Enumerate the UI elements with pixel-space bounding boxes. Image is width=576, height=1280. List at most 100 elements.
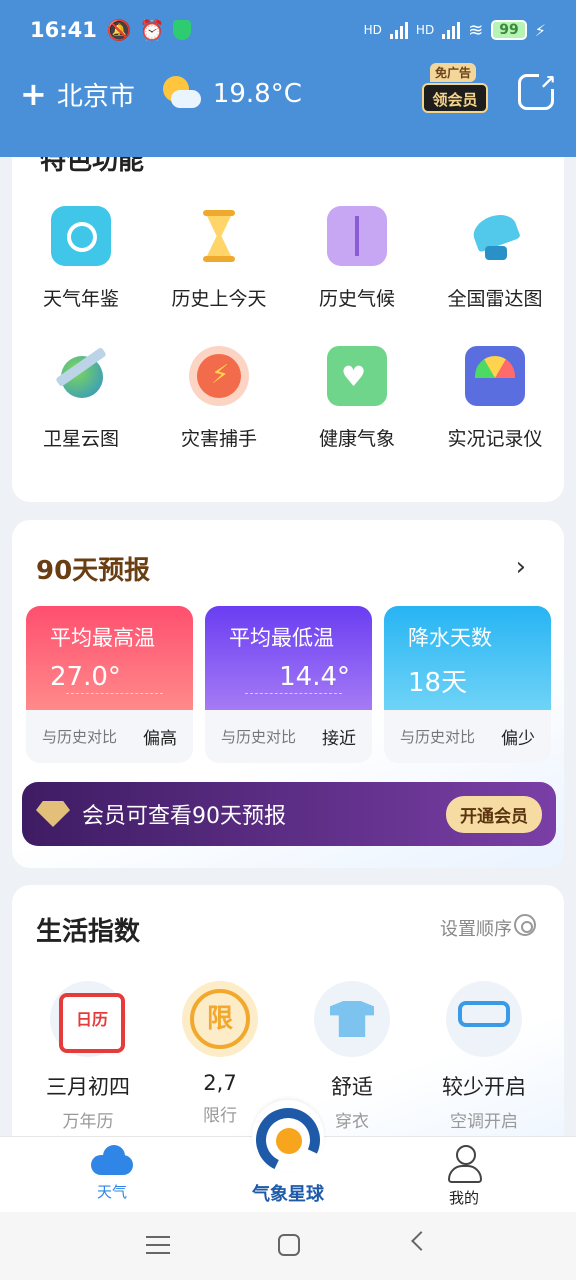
life-name: 限行 — [203, 1106, 237, 1126]
life-value: 三月初四 — [46, 1075, 130, 1099]
tab-weather-planet[interactable]: 气象星球 — [240, 1100, 336, 1212]
forecast-tiles: 平均最高温 27.0° 与历史对比 偏高 平均最低温 14.4° 与历史对比 接… — [26, 606, 551, 763]
status-time: 16:41 — [30, 18, 97, 42]
settings-icon[interactable] — [514, 914, 536, 936]
tile-label: 平均最低温 — [229, 626, 334, 650]
feature-label: 健康气象 — [318, 428, 395, 450]
wifi-icon: ≋ — [468, 19, 484, 41]
tile-label: 平均最高温 — [50, 626, 155, 650]
restriction-icon — [182, 981, 258, 1057]
tile-value: 14.4° — [279, 662, 350, 692]
tile-avg-low[interactable]: 平均最低温 14.4° 与历史对比 接近 — [205, 606, 372, 763]
vip-diamond-icon — [36, 801, 70, 827]
tab-label: 我的 — [448, 1189, 479, 1207]
life-name: 万年历 — [62, 1112, 114, 1132]
feature-health-weather[interactable]: ♥ 健康气象 — [288, 342, 426, 482]
vip-badge-button[interactable]: 免广告 领会员 — [422, 63, 490, 115]
tile-result: 接近 — [322, 729, 356, 749]
charging-icon: ⚡ — [534, 20, 546, 40]
life-value: 舒适 — [331, 1075, 373, 1099]
health-kit-icon: ♥ — [327, 346, 387, 406]
cloud-icon — [91, 1145, 133, 1175]
set-order-button[interactable]: 设置顺序 — [440, 915, 512, 941]
menu-icon[interactable] — [146, 1236, 170, 1254]
tile-avg-high[interactable]: 平均最高温 27.0° 与历史对比 偏高 — [26, 606, 193, 763]
signal-icon — [389, 21, 408, 39]
tile-compare: 与历史对比 — [221, 728, 297, 746]
life-item-calendar[interactable]: 三月初四 万年历 — [22, 981, 154, 1132]
feature-live-recorder[interactable]: 实况记录仪 — [426, 342, 564, 482]
city-name[interactable]: 北京市 — [57, 76, 135, 113]
current-temperature: 19.8°C — [212, 79, 302, 109]
features-card: 特色功能 天气年鉴 历史上今天 历史气候 全国雷达图 卫星云图 ⚡ 灾害捕手 ♥… — [12, 130, 564, 502]
life-value: 较少开启 — [442, 1075, 526, 1099]
gauge-icon — [465, 346, 525, 406]
feature-disaster-catcher[interactable]: ⚡ 灾害捕手 — [150, 342, 288, 482]
feature-weather-almanac[interactable]: 天气年鉴 — [12, 202, 150, 342]
feature-label: 全国雷达图 — [447, 288, 543, 310]
tab-mine[interactable]: 我的 — [404, 1145, 524, 1208]
alarm-icon: ⏰ — [139, 18, 165, 42]
chevron-right-icon[interactable]: › — [516, 552, 526, 582]
features-grid: 天气年鉴 历史上今天 历史气候 全国雷达图 卫星云图 ⚡ 灾害捕手 ♥ 健康气象 — [12, 202, 564, 482]
status-right: HD HD ≋ 99 ⚡ — [364, 20, 546, 41]
hourglass-icon — [189, 206, 249, 266]
app-header: 16:41 🔕 ⏰ HD HD ≋ 99 ⚡ + 北京市 19.8°C 免广告 … — [0, 0, 576, 157]
share-icon[interactable]: ↗ — [518, 70, 556, 110]
shield-icon — [172, 20, 191, 40]
vip-promo-bar[interactable]: 会员可查看90天预报 开通会员 — [22, 782, 556, 846]
life-name: 空调开启 — [450, 1112, 518, 1132]
life-index-title: 生活指数 — [36, 917, 141, 947]
feature-label: 实况记录仪 — [447, 428, 543, 450]
tile-value: 27.0° — [50, 662, 121, 692]
no-ads-label: 免广告 — [430, 63, 477, 82]
life-value: 2,7 — [203, 1071, 237, 1095]
satellite-icon — [51, 346, 111, 406]
tile-result: 偏高 — [143, 729, 177, 749]
system-nav-bar — [0, 1212, 576, 1280]
feature-label: 卫星云图 — [42, 428, 119, 450]
brand-label: 气象星球 — [252, 1184, 324, 1205]
tshirt-icon — [314, 981, 390, 1057]
lightning-icon: ⚡ — [189, 346, 249, 406]
forecast-90-card: 90天预报 › 平均最高温 27.0° 与历史对比 偏高 平均最低温 14.4°… — [12, 520, 564, 868]
tile-label: 降水天数 — [408, 626, 492, 650]
radar-dish-icon — [465, 206, 525, 266]
calendar-icon — [50, 981, 126, 1057]
tile-compare: 与历史对比 — [400, 728, 476, 746]
notebook-icon — [327, 206, 387, 266]
home-icon[interactable] — [278, 1234, 300, 1256]
battery-icon: 99 — [491, 20, 527, 40]
tab-label: 天气 — [96, 1183, 127, 1201]
tile-result: 偏少 — [501, 729, 535, 749]
network-label-2: HD — [415, 23, 435, 37]
almanac-icon — [51, 206, 111, 266]
vip-promo-text: 会员可查看90天预报 — [82, 804, 286, 829]
partly-cloudy-icon — [157, 74, 201, 114]
feature-label: 历史气候 — [318, 288, 395, 310]
tile-value: 18天 — [408, 668, 468, 698]
open-vip-button[interactable]: 开通会员 — [446, 795, 542, 833]
feature-radar-map[interactable]: 全国雷达图 — [426, 202, 564, 342]
feature-history-today[interactable]: 历史上今天 — [150, 202, 288, 342]
tab-weather[interactable]: 天气 — [52, 1145, 172, 1202]
feature-label: 天气年鉴 — [42, 288, 119, 310]
life-name: 穿衣 — [335, 1112, 369, 1132]
tile-rain-days[interactable]: 降水天数 18天 与历史对比 偏少 — [384, 606, 551, 763]
life-item-air-conditioner[interactable]: 较少开启 空调开启 — [418, 981, 550, 1132]
mute-icon: 🔕 — [106, 18, 132, 42]
feature-label: 灾害捕手 — [180, 428, 257, 450]
person-icon — [446, 1145, 482, 1183]
air-conditioner-icon — [446, 981, 522, 1057]
feature-satellite-cloud[interactable]: 卫星云图 — [12, 342, 150, 482]
get-vip-label: 领会员 — [422, 83, 488, 113]
add-city-icon[interactable]: + — [20, 78, 47, 110]
planet-logo-icon — [252, 1100, 324, 1172]
feature-label: 历史上今天 — [171, 288, 267, 310]
status-bar: 16:41 🔕 ⏰ HD HD ≋ 99 ⚡ — [0, 0, 576, 60]
feature-history-climate[interactable]: 历史气候 — [288, 202, 426, 342]
signal-icon-2 — [442, 21, 461, 39]
forecast-90-title: 90天预报 — [36, 556, 151, 586]
tile-compare: 与历史对比 — [42, 728, 118, 746]
back-icon[interactable] — [411, 1231, 431, 1251]
